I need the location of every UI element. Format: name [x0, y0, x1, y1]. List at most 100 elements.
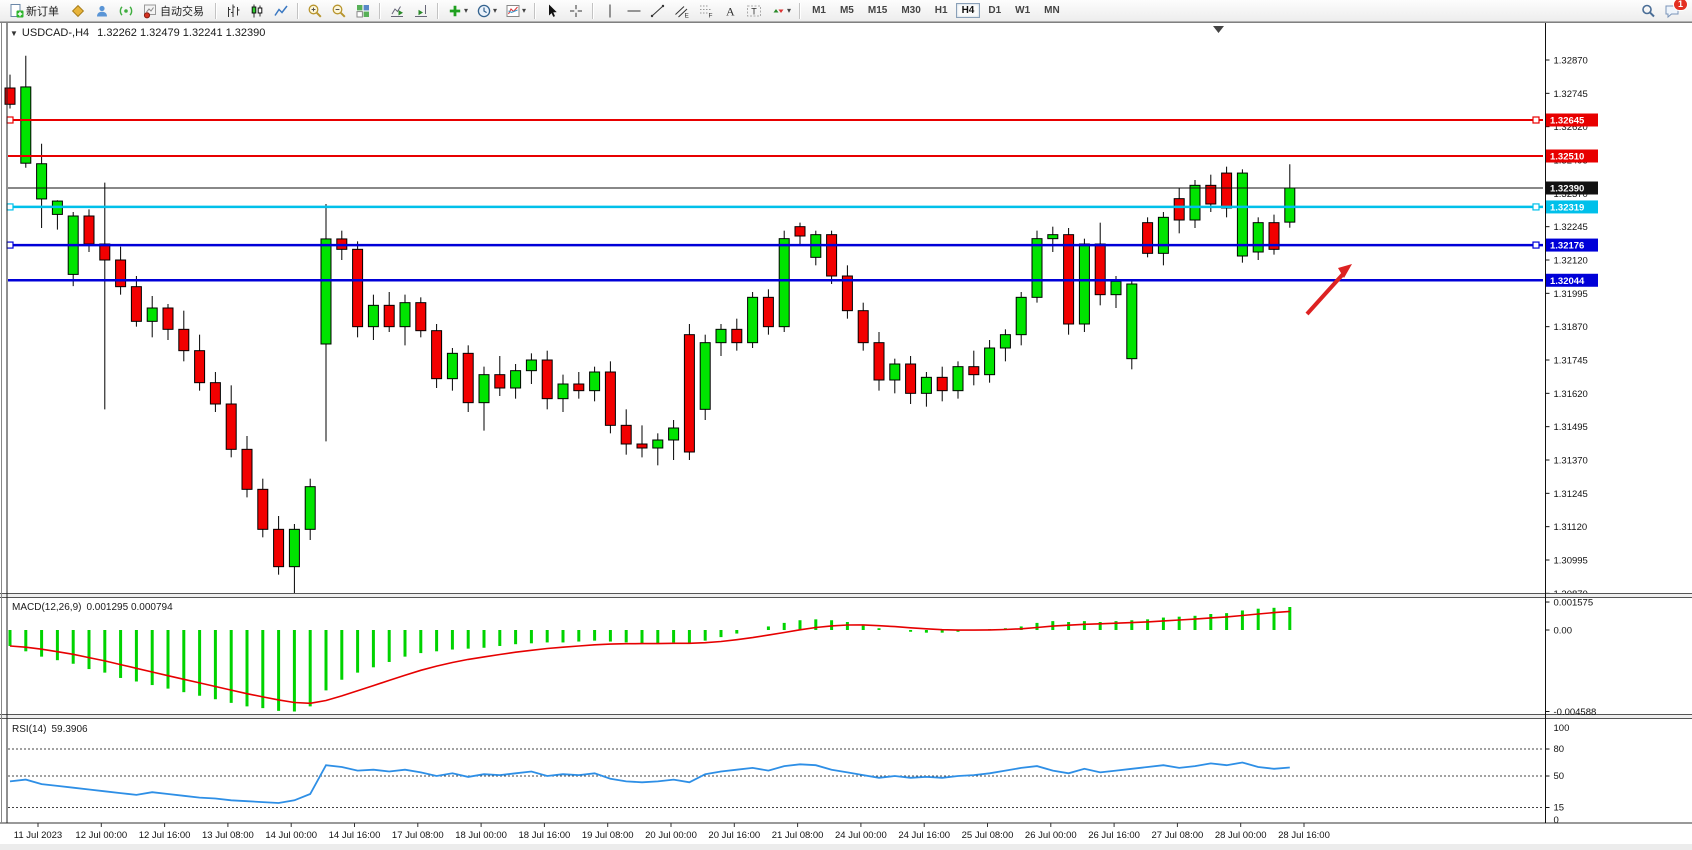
- bar-chart-icon: [225, 3, 241, 19]
- search-button[interactable]: [1637, 1, 1659, 21]
- new-order-button[interactable]: 新订单: [5, 1, 65, 21]
- vertical-line-tool-button[interactable]: [599, 1, 621, 21]
- candlestick: [463, 345, 473, 412]
- timeframe-h1-button[interactable]: H1: [929, 3, 954, 18]
- text-label-icon: T: [746, 3, 762, 19]
- chart-window: 1.328701.327451.326201.324951.323701.322…: [0, 22, 1692, 850]
- timeframe-d1-button[interactable]: D1: [982, 3, 1007, 18]
- price-badge-label: 1.32390: [1550, 184, 1584, 195]
- doc-plus-icon: [8, 3, 24, 19]
- line-handle[interactable]: [1533, 242, 1539, 248]
- rsi-axis-label: 0: [1554, 815, 1559, 826]
- rsi-axis-label: 15: [1554, 803, 1565, 814]
- line-chart-mode-button[interactable]: [270, 1, 292, 21]
- price-tick-label: 1.32245: [1554, 222, 1588, 233]
- chart-canvas[interactable]: 1.328701.327451.326201.324951.323701.322…: [0, 23, 1692, 850]
- toolbar-separator: [379, 3, 381, 19]
- toolbar-separator: [437, 3, 439, 19]
- periods-button[interactable]: ▾: [473, 1, 500, 21]
- zoom-in-button[interactable]: [304, 1, 326, 21]
- macd-axis-label: -0.004588: [1554, 707, 1597, 718]
- price-tick-label: 1.31745: [1554, 356, 1588, 367]
- chevron-down-icon[interactable]: ▾: [787, 6, 791, 15]
- text-tool-button[interactable]: A: [719, 1, 741, 21]
- candlestick: [700, 335, 710, 420]
- line-handle[interactable]: [7, 204, 13, 210]
- rsi-value: 59.3906: [51, 724, 87, 735]
- ohlc-values: 1.32262 1.32479 1.32241 1.32390: [97, 27, 265, 39]
- line-handle[interactable]: [1533, 204, 1539, 210]
- price-tick-label: 1.32745: [1554, 89, 1588, 100]
- time-tick-label: 18 Jul 16:00: [519, 830, 571, 841]
- line-handle[interactable]: [7, 117, 13, 123]
- bar-chart-mode-button[interactable]: [222, 1, 244, 21]
- crosshair-tool-button[interactable]: [565, 1, 587, 21]
- clock-icon: [476, 3, 492, 19]
- equidistant-channel-tool-button[interactable]: E: [671, 1, 693, 21]
- timeframe-m1-button[interactable]: M1: [806, 3, 832, 18]
- trendline-tool-button[interactable]: [647, 1, 669, 21]
- text-label-tool-button[interactable]: T: [743, 1, 765, 21]
- signals-button[interactable]: [115, 1, 137, 21]
- horizontal-line-tool-button[interactable]: [623, 1, 645, 21]
- chevron-down-icon[interactable]: ▾: [464, 6, 468, 15]
- toolbar-separator: [592, 3, 594, 19]
- svg-text:E: E: [685, 12, 690, 19]
- zoom-out-icon: [331, 3, 347, 19]
- time-tick-label: 26 Jul 16:00: [1088, 830, 1140, 841]
- price-badge-label: 1.32319: [1550, 202, 1584, 213]
- trendline-icon: [650, 3, 666, 19]
- time-tick-label: 14 Jul 16:00: [329, 830, 381, 841]
- panel-separator[interactable]: [0, 594, 1692, 598]
- price-tick-label: 1.32870: [1554, 56, 1588, 67]
- rsi-name: RSI(14): [12, 724, 46, 735]
- person-icon: [94, 3, 110, 19]
- auto-scroll-button[interactable]: [386, 1, 408, 21]
- line-handle[interactable]: [1533, 117, 1539, 123]
- time-tick-label: 11 Jul 2023: [14, 830, 62, 841]
- chevron-down-icon[interactable]: ▼: [10, 29, 18, 38]
- chart-shift-button[interactable]: [410, 1, 432, 21]
- chevron-down-icon[interactable]: ▾: [522, 6, 526, 15]
- time-tick-label: 28 Jul 00:00: [1215, 830, 1267, 841]
- time-tick-label: 17 Jul 08:00: [392, 830, 444, 841]
- line-chart-icon: [273, 3, 289, 19]
- macd-values: 0.001295 0.000794: [86, 602, 172, 613]
- time-tick-label: 18 Jul 00:00: [455, 830, 507, 841]
- metaeditor-button[interactable]: [67, 1, 89, 21]
- autotrading-button[interactable]: 自动交易: [139, 1, 210, 21]
- timeframe-m30-button[interactable]: M30: [895, 3, 926, 18]
- time-tick-label: 20 Jul 00:00: [645, 830, 697, 841]
- fibonacci-tool-button[interactable]: F: [695, 1, 717, 21]
- candlestick: [1237, 169, 1247, 262]
- arrows-tool-button[interactable]: ▾: [767, 1, 794, 21]
- svg-text:A: A: [726, 4, 735, 18]
- candlestick: [1127, 281, 1137, 369]
- indicators-plus-icon: [447, 3, 463, 19]
- zoom-out-button[interactable]: [328, 1, 350, 21]
- chat-button[interactable]: 1: [1661, 1, 1683, 21]
- timeframe-m15-button[interactable]: M15: [862, 3, 893, 18]
- mql5-community-button[interactable]: [91, 1, 113, 21]
- toolbar-separator: [534, 3, 536, 19]
- templates-button[interactable]: ▾: [502, 1, 529, 21]
- timeframe-mn-button[interactable]: MN: [1038, 3, 1066, 18]
- timeframe-h4-button[interactable]: H4: [956, 3, 981, 18]
- line-handle[interactable]: [7, 242, 13, 248]
- price-badge-label: 1.32044: [1550, 276, 1585, 287]
- new-order-label: 新订单: [26, 3, 59, 19]
- panel-separator[interactable]: [0, 715, 1692, 719]
- time-tick-label: 27 Jul 08:00: [1152, 830, 1204, 841]
- rsi-axis-label: 100: [1554, 723, 1570, 734]
- auto-scroll-icon: [389, 3, 405, 19]
- time-tick-label: 20 Jul 16:00: [708, 830, 760, 841]
- crosshair-icon: [568, 3, 584, 19]
- indicators-button[interactable]: ▾: [444, 1, 471, 21]
- cursor-tool-button[interactable]: [541, 1, 563, 21]
- chevron-down-icon[interactable]: ▾: [493, 6, 497, 15]
- price-tick-label: 1.31870: [1554, 322, 1588, 333]
- tile-windows-button[interactable]: [352, 1, 374, 21]
- timeframe-m5-button[interactable]: M5: [834, 3, 860, 18]
- timeframe-w1-button[interactable]: W1: [1009, 3, 1036, 18]
- candle-chart-mode-button[interactable]: [246, 1, 268, 21]
